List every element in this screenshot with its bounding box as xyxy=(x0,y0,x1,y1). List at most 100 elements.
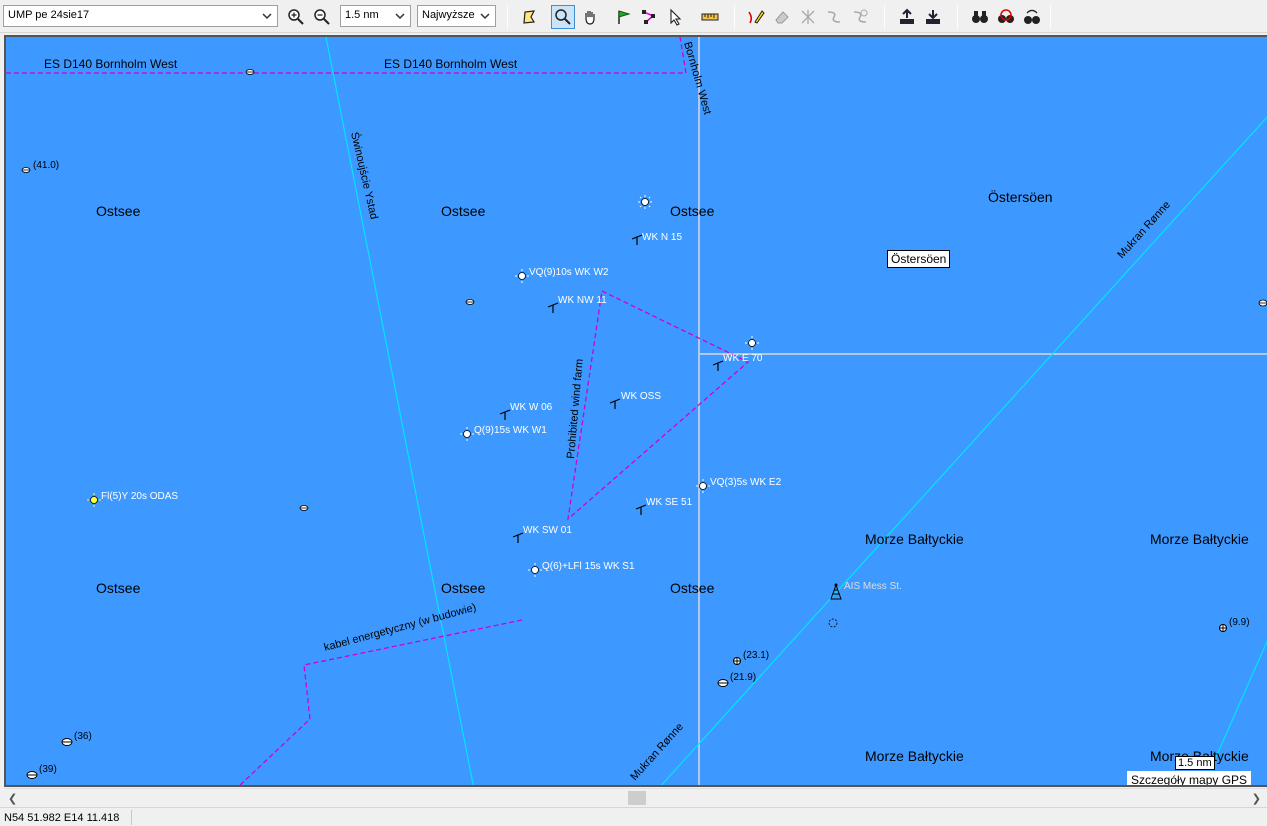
turbine-label: WK N 15 xyxy=(642,232,682,243)
scale-select[interactable]: 1.5 nm xyxy=(340,5,411,27)
track-filter-button[interactable] xyxy=(848,5,872,29)
find-nearby-button[interactable] xyxy=(1020,5,1044,29)
map-canvas[interactable]: ES D140 Bornholm West ES D140 Bornholm W… xyxy=(6,37,1267,787)
binoculars-wave-icon xyxy=(1024,9,1040,24)
waypoint-button[interactable] xyxy=(612,5,636,29)
eraser-icon xyxy=(775,11,789,24)
toolbar: UMP pe 24sie17 1.5 nm Najwyższe xyxy=(0,0,1267,33)
toolbar-separator xyxy=(507,5,508,29)
map-select-value: UMP pe 24sie17 xyxy=(8,9,90,21)
depth-label: (39) xyxy=(39,764,57,775)
ruler-icon xyxy=(701,13,719,21)
track-split-button[interactable] xyxy=(796,5,820,29)
zoom-out-icon xyxy=(314,9,330,25)
map-detail-label: Szczegóły mapy GPS xyxy=(1127,771,1252,785)
turbine-label: WK SW 01 xyxy=(523,525,572,536)
scale-select-value: 1.5 nm xyxy=(345,9,379,21)
flag-icon xyxy=(618,10,631,24)
wreck-marker[interactable] xyxy=(26,771,38,779)
sea-label-ostsee: Ostsee xyxy=(96,203,141,219)
toolbar-separator xyxy=(1050,5,1051,29)
light-label: Q(9)15s WK W1 xyxy=(474,425,547,436)
buoy-marker[interactable] xyxy=(245,69,255,75)
erase-button[interactable] xyxy=(770,5,794,29)
buoy-marker[interactable] xyxy=(299,505,309,511)
obstruction-marker[interactable] xyxy=(733,657,741,665)
toolbar-separator xyxy=(957,5,958,29)
sea-label-ostersoen: Östersöen xyxy=(988,188,1053,205)
pan-button[interactable] xyxy=(578,5,602,29)
route-button[interactable] xyxy=(638,5,662,29)
turbine-label: WK OSS xyxy=(621,391,661,402)
buoy-marker[interactable] xyxy=(1258,299,1267,307)
status-bar: N54 51.982 E14 11.418 xyxy=(0,807,1267,826)
light-label: Fl(5)Y 20s ODAS xyxy=(101,491,178,502)
turbine-label: WK NW 11 xyxy=(558,295,607,306)
zoom-in-icon xyxy=(288,9,304,25)
scroll-left-icon[interactable]: ❮ xyxy=(8,792,17,805)
horizontal-scrollbar[interactable]: ❮ ❯ xyxy=(4,788,1267,806)
depth-label: (36) xyxy=(74,731,92,742)
map-select[interactable]: UMP pe 24sie17 xyxy=(3,5,278,27)
find-places-button[interactable] xyxy=(994,5,1018,29)
wreck-marker[interactable] xyxy=(717,679,729,687)
measure-button[interactable] xyxy=(698,5,722,29)
sea-label-morze: Morze Bałtyckie xyxy=(1150,531,1249,547)
route-icon xyxy=(642,10,655,24)
light-label: Q(6)+LFl 15s WK S1 xyxy=(542,561,635,572)
sea-label-ostsee: Ostsee xyxy=(441,203,486,219)
sea-label-ostsee: Ostsee xyxy=(670,203,715,219)
map-info-box[interactable]: Östersöen xyxy=(887,250,951,268)
pencil-track-icon xyxy=(748,10,765,24)
binoculars-target-icon xyxy=(998,9,1014,23)
receive-from-device-button[interactable] xyxy=(921,5,945,29)
zoom-out-button[interactable] xyxy=(310,5,334,29)
select-area-button[interactable] xyxy=(517,5,541,29)
track-join-button[interactable] xyxy=(822,5,846,29)
buoy-marker[interactable] xyxy=(21,167,31,173)
cursor-coordinates: N54 51.982 E14 11.418 xyxy=(4,812,120,824)
sea-label-ostsee: Ostsee xyxy=(441,580,486,596)
light-label: VQ(9)10s WK W2 xyxy=(529,267,609,278)
detail-select[interactable]: Najwyższe xyxy=(417,5,496,27)
sea-area xyxy=(6,37,1267,785)
obstruction-marker[interactable] xyxy=(1219,624,1227,632)
buoy-marker[interactable] xyxy=(465,299,475,305)
binoculars-icon xyxy=(972,11,988,23)
track-join-icon xyxy=(827,11,841,23)
find-button[interactable] xyxy=(968,5,992,29)
send-to-device-button[interactable] xyxy=(895,5,919,29)
zoom-in-button[interactable] xyxy=(284,5,308,29)
wreck-marker[interactable] xyxy=(61,738,73,746)
depth-label: (21.9) xyxy=(730,672,756,683)
depth-label: (9.9) xyxy=(1229,617,1250,628)
track-edit-button[interactable] xyxy=(744,5,768,29)
detail-select-value: Najwyższe xyxy=(422,9,475,21)
status-separator xyxy=(131,810,132,825)
scrollbar-thumb[interactable] xyxy=(628,791,646,805)
turbine-label: WK SE 51 xyxy=(646,497,693,508)
magnifier-icon xyxy=(555,9,571,25)
depth-label: (41.0) xyxy=(33,160,59,171)
hand-icon xyxy=(585,11,595,25)
sea-label-ostsee: Ostsee xyxy=(670,580,715,596)
turbine-label: WK W 06 xyxy=(510,402,553,413)
light-label: VQ(3)5s WK E2 xyxy=(710,477,782,488)
depth-label: (23.1) xyxy=(743,650,769,661)
map-view[interactable]: ES D140 Bornholm West ES D140 Bornholm W… xyxy=(4,35,1267,787)
scale-bar-label: 1.5 nm xyxy=(1175,756,1215,770)
track-filter-icon xyxy=(853,9,868,23)
scroll-right-icon[interactable]: ❯ xyxy=(1252,792,1261,805)
zoom-tool-button[interactable] xyxy=(551,5,575,29)
turbine-label: WK E 70 xyxy=(723,353,763,364)
select-area-icon xyxy=(523,10,536,24)
zone-label: ES D140 Bornholm West xyxy=(44,57,178,71)
chevron-down-icon xyxy=(395,13,405,20)
chevron-down-icon xyxy=(480,13,490,20)
sea-label-morze: Morze Bałtyckie xyxy=(865,531,964,547)
pointer-button[interactable] xyxy=(664,5,688,29)
cursor-icon xyxy=(670,8,682,26)
toolbar-separator xyxy=(734,5,735,29)
download-icon xyxy=(926,10,940,24)
sea-label-morze: Morze Bałtyckie xyxy=(865,748,964,764)
